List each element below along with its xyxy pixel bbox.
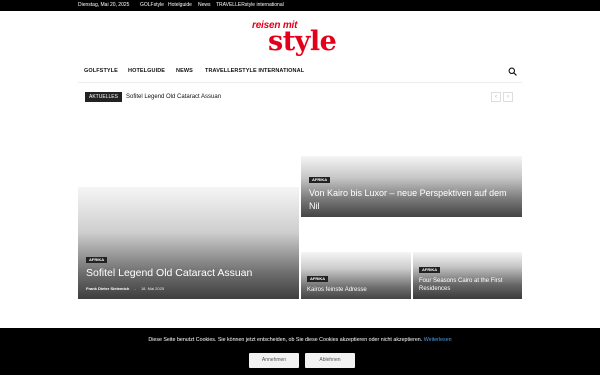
- topbar-link-news[interactable]: News: [198, 2, 211, 9]
- logo-wordmark: style: [268, 26, 337, 57]
- main-navigation: GOLFSTYLE HOTELGUIDE NEWS TRAVELLERSTYLE…: [78, 62, 522, 82]
- category-badge[interactable]: AFRIKA: [309, 177, 331, 183]
- topbar-link-golfstyle[interactable]: GOLFstyle: [140, 2, 164, 9]
- post-title[interactable]: Von Kairo bis Luxor – neue Perspektiven …: [309, 187, 509, 213]
- cookie-read-more-link[interactable]: Weiterlesen: [424, 337, 452, 343]
- cookie-accept-button[interactable]: Annehmen: [249, 353, 299, 368]
- post-date: 18. Mai 2025: [140, 286, 165, 291]
- top-bar: Dienstag, Mai 20, 2025 GOLFstyle Hotelgu…: [0, 0, 600, 11]
- post-meta: Frank Dieter Sietemich - 18. Mai 2025: [86, 286, 164, 291]
- nav-item-travellerstyle-international[interactable]: TRAVELLERSTYLE INTERNATIONAL: [205, 68, 304, 74]
- ticker-next-button[interactable]: ›: [503, 92, 513, 102]
- nav-item-news[interactable]: NEWS: [176, 68, 193, 74]
- post-author[interactable]: Frank Dieter Sietemich: [86, 286, 129, 291]
- cookie-text: Diese Seite benutzt Cookies. Sie können …: [148, 337, 423, 343]
- ticker-badge: AKTUELLES: [85, 92, 122, 102]
- nav-divider: [78, 82, 522, 83]
- cookie-message: Diese Seite benutzt Cookies. Sie können …: [0, 337, 600, 344]
- featured-post-small-1[interactable]: AFRIKA Kairos feinste Adresse: [301, 252, 411, 299]
- ticker-prev-button[interactable]: ‹: [491, 92, 501, 102]
- post-title[interactable]: Four Seasons Cairo at the First Residenc…: [419, 277, 519, 293]
- cookie-banner: Diese Seite benutzt Cookies. Sie können …: [0, 328, 600, 375]
- featured-post-main[interactable]: AFRIKA Sofitel Legend Old Cataract Assua…: [78, 187, 299, 299]
- ticker-headline[interactable]: Sofitel Legend Old Cataract Assuan: [126, 93, 221, 101]
- topbar-link-hotelguide[interactable]: Hotelguide: [168, 2, 192, 9]
- nav-item-hotelguide[interactable]: HOTELGUIDE: [128, 68, 165, 74]
- category-badge[interactable]: AFRIKA: [86, 257, 108, 263]
- post-title[interactable]: Sofitel Legend Old Cataract Assuan: [86, 267, 252, 279]
- featured-post-top[interactable]: AFRIKA Von Kairo bis Luxor – neue Perspe…: [301, 156, 522, 217]
- nav-item-golfstyle[interactable]: GOLFSTYLE: [84, 68, 118, 74]
- post-separator: -: [134, 286, 136, 291]
- post-title[interactable]: Kairos feinste Adresse: [307, 286, 367, 294]
- site-logo[interactable]: reisen mit style: [250, 18, 355, 58]
- current-date: Dienstag, Mai 20, 2025: [78, 2, 130, 8]
- topbar-link-travellerstyle[interactable]: TRAVELLERstyle international: [216, 2, 284, 9]
- category-badge[interactable]: AFRIKA: [307, 276, 329, 282]
- category-badge[interactable]: AFRIKA: [419, 267, 441, 273]
- search-icon[interactable]: [508, 67, 517, 76]
- cookie-decline-button[interactable]: Ablehnen: [305, 353, 355, 368]
- featured-post-small-2[interactable]: AFRIKA Four Seasons Cairo at the First R…: [413, 252, 522, 299]
